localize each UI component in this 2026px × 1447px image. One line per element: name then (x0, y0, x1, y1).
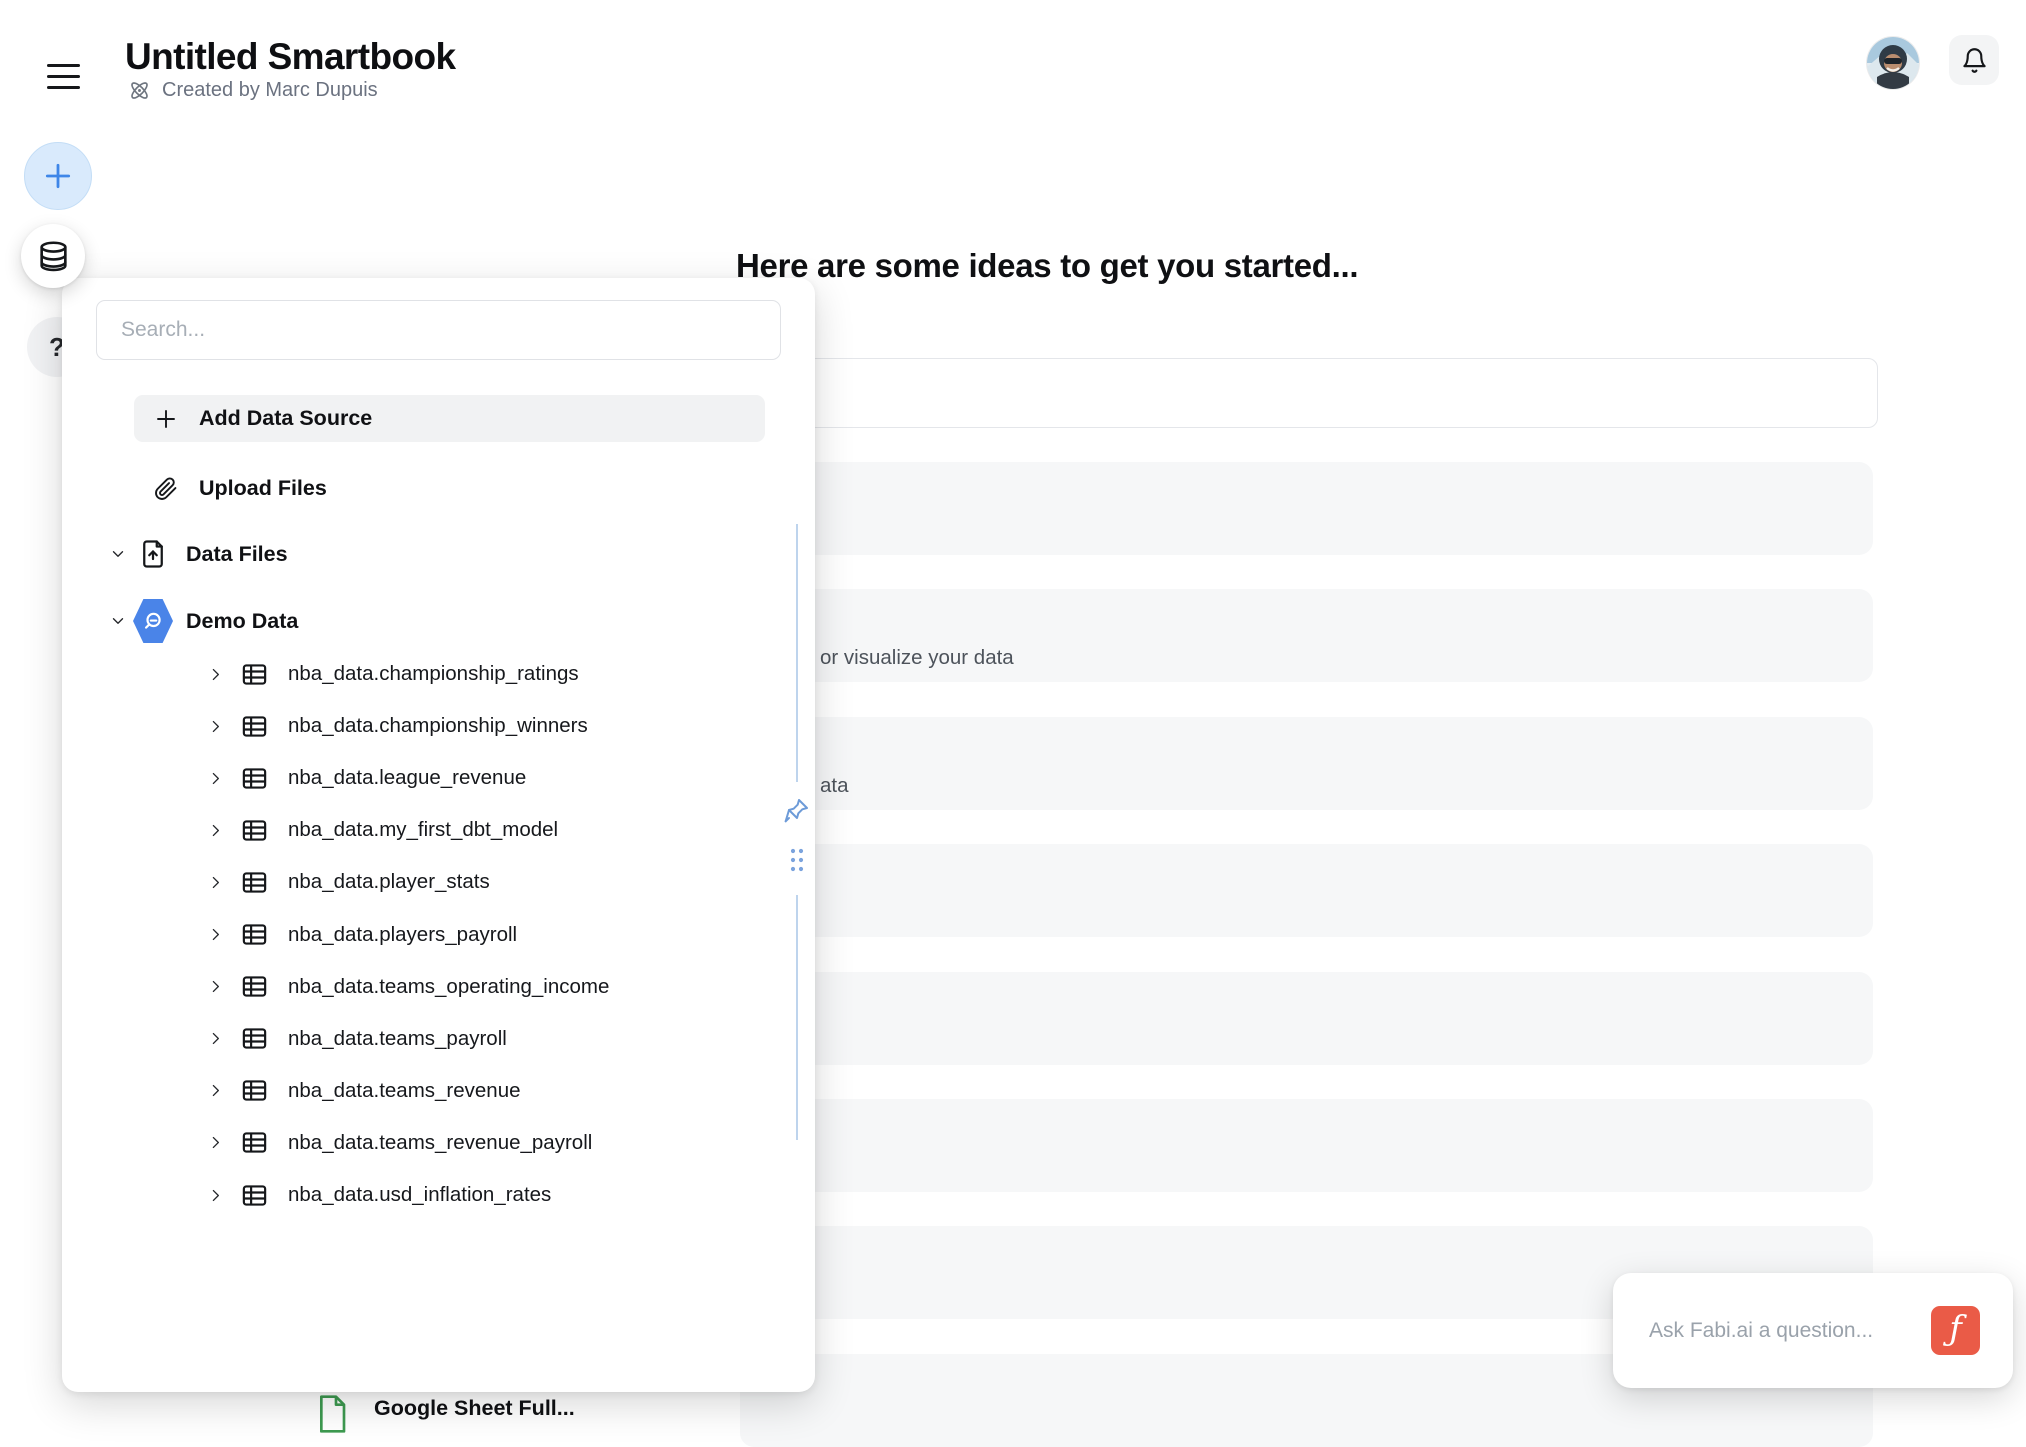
table-grid-icon (228, 972, 280, 1001)
table-name: nba_data.teams_payroll (288, 1027, 507, 1051)
table-name: nba_data.players_payroll (288, 923, 517, 947)
table-name: nba_data.teams_revenue (288, 1079, 521, 1103)
add-data-source-label: Add Data Source (199, 406, 372, 431)
table-name: nba_data.my_first_dbt_model (288, 818, 558, 842)
table-name: nba_data.player_stats (288, 870, 490, 894)
data-sources-button[interactable] (21, 224, 85, 288)
bigquery-hexagon-icon (130, 599, 176, 643)
chevron-right-icon[interactable] (202, 1187, 228, 1204)
table-grid-icon (228, 1181, 280, 1210)
idea-card-text: ata (820, 774, 849, 798)
table-row[interactable]: nba_data.usd_inflation_rates (202, 1173, 802, 1217)
paperclip-icon (154, 477, 178, 501)
data-sources-panel: Add Data Source Upload Files Data Files (62, 278, 815, 1392)
table-grid-icon (228, 1024, 280, 1053)
idea-card[interactable] (740, 462, 1873, 555)
google-sheet-label: Google Sheet Full... (374, 1393, 575, 1421)
table-grid-icon (228, 920, 280, 949)
idea-card[interactable] (740, 1099, 1873, 1192)
table-grid-icon (228, 660, 280, 689)
google-sheets-icon (316, 1393, 348, 1435)
file-upload-icon (130, 539, 176, 569)
table-name: nba_data.championship_winners (288, 714, 588, 738)
add-cell-button[interactable] (24, 142, 92, 210)
chevron-right-icon[interactable] (202, 978, 228, 995)
notifications-button[interactable] (1949, 35, 1999, 85)
section-label: Data Files (186, 542, 288, 567)
table-row[interactable]: nba_data.championship_ratings (202, 652, 802, 696)
chevron-right-icon[interactable] (202, 666, 228, 683)
prompt-input[interactable] (750, 358, 1878, 428)
ideas-heading: Here are some ideas to get you started..… (736, 247, 1358, 285)
table-row[interactable]: nba_data.teams_payroll (202, 1017, 802, 1061)
section-data-files[interactable]: Data Files (106, 531, 786, 577)
table-row[interactable]: nba_data.league_revenue (202, 756, 802, 800)
table-name: nba_data.teams_operating_income (288, 975, 609, 999)
table-row[interactable]: nba_data.teams_operating_income (202, 965, 802, 1009)
pin-panel-icon[interactable] (781, 794, 813, 826)
idea-card[interactable]: or visualize your data (740, 589, 1873, 682)
chevron-right-icon[interactable] (202, 874, 228, 891)
google-sheet-row[interactable]: Google Sheet Full... (316, 1393, 575, 1435)
table-row[interactable]: nba_data.players_payroll (202, 913, 802, 957)
hamburger-menu-icon[interactable] (47, 64, 80, 92)
page-title: Untitled Smartbook (125, 36, 455, 78)
chevron-right-icon[interactable] (202, 1030, 228, 1047)
table-row[interactable]: nba_data.my_first_dbt_model (202, 808, 802, 852)
table-grid-icon (228, 1076, 280, 1105)
section-demo-data[interactable]: Demo Data (106, 598, 786, 644)
idea-card[interactable] (740, 972, 1873, 1065)
atom-icon (127, 78, 152, 103)
panel-edge-line-bottom (796, 895, 798, 1140)
search-input[interactable] (96, 300, 781, 360)
table-grid-icon (228, 764, 280, 793)
table-row[interactable]: nba_data.teams_revenue_payroll (202, 1121, 802, 1165)
ask-fabi-widget: ƒ (1613, 1273, 2013, 1388)
section-label: Demo Data (186, 609, 298, 634)
upload-files-button[interactable]: Upload Files (134, 465, 765, 512)
database-icon (37, 240, 70, 273)
table-grid-icon (228, 868, 280, 897)
chevron-right-icon[interactable] (202, 718, 228, 735)
idea-card-text: or visualize your data (820, 646, 1014, 670)
chevron-right-icon[interactable] (202, 770, 228, 787)
table-name: nba_data.championship_ratings (288, 662, 579, 686)
drag-handle-dots[interactable] (786, 843, 808, 879)
plus-icon (154, 407, 178, 431)
created-by-label: Created by Marc Dupuis (162, 79, 378, 102)
ask-submit-button[interactable]: ƒ (1931, 1306, 1980, 1355)
table-row[interactable]: nba_data.teams_revenue (202, 1069, 802, 1113)
idea-card[interactable]: ata (740, 717, 1873, 810)
fabi-logo-icon: ƒ (1949, 1309, 1962, 1349)
table-name: nba_data.teams_revenue_payroll (288, 1131, 592, 1155)
upload-files-label: Upload Files (199, 476, 327, 501)
avatar[interactable] (1867, 37, 1919, 89)
created-by-row: Created by Marc Dupuis (127, 78, 378, 103)
add-data-source-button[interactable]: Add Data Source (134, 395, 765, 442)
table-name: nba_data.usd_inflation_rates (288, 1183, 551, 1207)
chevron-right-icon[interactable] (202, 1082, 228, 1099)
table-row[interactable]: nba_data.championship_winners (202, 704, 802, 748)
panel-edge-line-top (796, 524, 798, 782)
table-grid-icon (228, 1128, 280, 1157)
ask-fabi-input[interactable] (1649, 1273, 1919, 1388)
chevron-down-icon[interactable] (106, 545, 130, 563)
table-row[interactable]: nba_data.player_stats (202, 860, 802, 904)
table-grid-icon (228, 816, 280, 845)
chevron-down-icon[interactable] (106, 612, 130, 630)
chevron-right-icon[interactable] (202, 1134, 228, 1151)
table-grid-icon (228, 712, 280, 741)
chevron-right-icon[interactable] (202, 926, 228, 943)
idea-card[interactable] (740, 844, 1873, 937)
plus-icon (42, 160, 74, 192)
table-name: nba_data.league_revenue (288, 766, 526, 790)
chevron-right-icon[interactable] (202, 822, 228, 839)
bell-icon (1961, 47, 1988, 74)
